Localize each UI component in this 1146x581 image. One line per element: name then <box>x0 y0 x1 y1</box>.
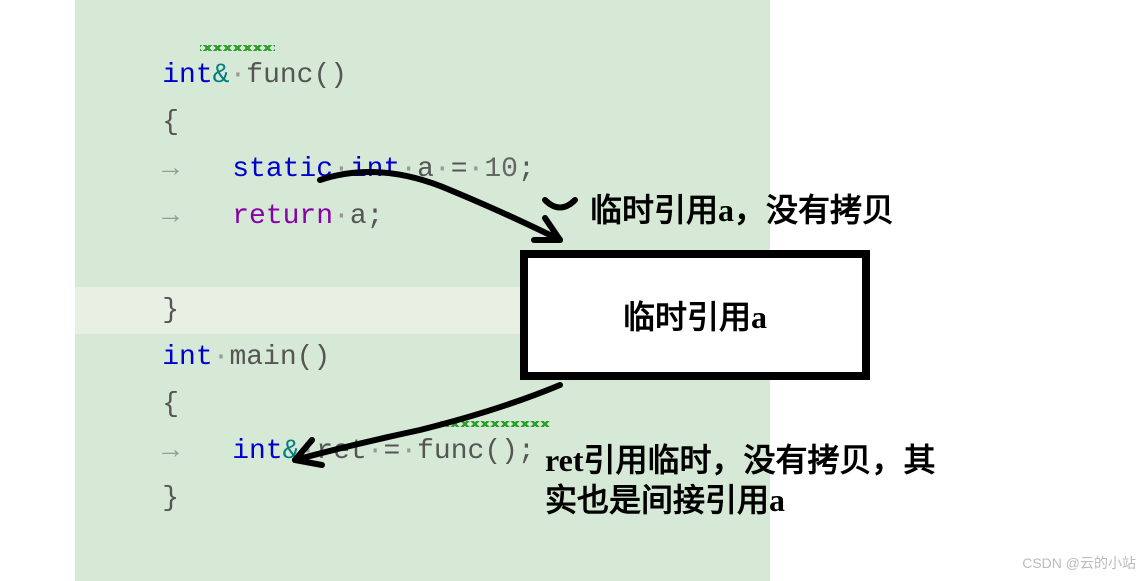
squiggle-underline <box>200 45 275 51</box>
code-line-1: int&·func() <box>95 5 770 52</box>
code-line-9: →int&·ret·=·func(); <box>95 381 770 428</box>
code-line-2: { <box>95 52 770 99</box>
brace-close: } <box>162 483 179 514</box>
annotation-box-label: 临时引用a <box>623 292 767 338</box>
squiggle-underline <box>440 421 550 427</box>
watermark: CSDN @云的小站 <box>1022 553 1136 573</box>
annotation-top-right: 临时引用a，没有拷贝 <box>590 185 894 231</box>
code-line-3: →static·int·a·=·10; <box>95 99 770 146</box>
annotation-bottom-line2: 实也是间接引用a <box>545 475 785 521</box>
annotation-box: 临时引用a <box>520 250 870 380</box>
